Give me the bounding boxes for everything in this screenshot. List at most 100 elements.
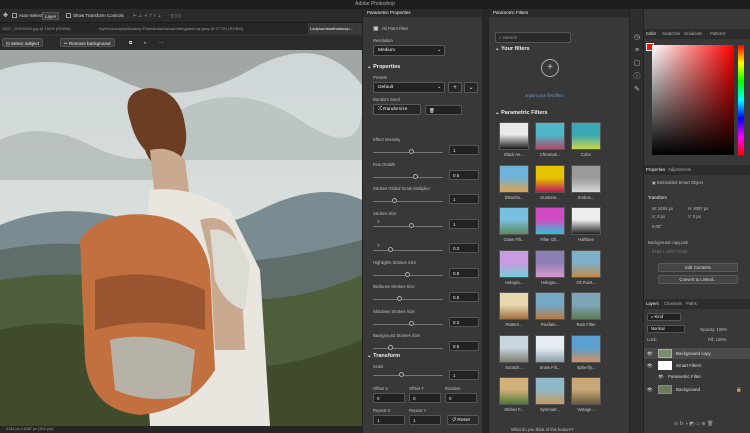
- filter-thumbnail[interactable]: [571, 292, 601, 320]
- filter-thumbnail[interactable]: [535, 122, 565, 150]
- eye-icon[interactable]: 👁: [647, 360, 653, 371]
- align-icons[interactable]: ⊢ ⊥ ⊣ ⊤ ⊦ ⊥ · · · ▯ ▯ ▯: [133, 12, 181, 20]
- tab-layers[interactable]: Layers: [646, 299, 659, 309]
- filter-thumbnail[interactable]: [535, 334, 565, 363]
- tab-properties[interactable]: Properties: [646, 165, 665, 175]
- slider-handle[interactable]: [408, 320, 414, 326]
- document-canvas[interactable]: [0, 50, 362, 426]
- color-field[interactable]: [652, 45, 734, 155]
- filter-thumbnail[interactable]: [499, 377, 529, 405]
- repeat-y-field[interactable]: 1: [409, 415, 441, 425]
- slider-value-field[interactable]: 1: [449, 145, 479, 155]
- tab-swatches[interactable]: Swatches: [662, 29, 680, 39]
- slider-value-field[interactable]: 0.5: [449, 292, 479, 302]
- layer-background-copy[interactable]: 👁 Background copy: [644, 348, 750, 359]
- filter-thumbnail[interactable]: [571, 122, 601, 150]
- auto-select-dropdown[interactable]: Layer: [42, 12, 60, 20]
- properties-section[interactable]: ⌄ Properties: [367, 64, 400, 70]
- brush-icon[interactable]: ✎: [633, 86, 641, 94]
- slider-handle[interactable]: [408, 222, 414, 228]
- layer-parametric-filter[interactable]: 👁 Parametric Filter: [644, 371, 750, 382]
- edit-contents-button[interactable]: Edit Contents: [658, 263, 738, 272]
- parametric-filters-section[interactable]: ⌄ Parametric Filters: [495, 110, 548, 116]
- history-icon[interactable]: ◷: [633, 34, 641, 42]
- opacity-value[interactable]: Opacity: 100%: [700, 327, 727, 332]
- rotation-field[interactable]: 0: [445, 393, 477, 403]
- scale-field[interactable]: 1: [449, 370, 479, 380]
- filter-thumbnail[interactable]: [499, 292, 529, 320]
- slider-value-field[interactable]: 1: [449, 194, 479, 204]
- tab-color[interactable]: Color: [646, 29, 656, 39]
- fill-value[interactable]: Fill: 100%: [708, 337, 726, 342]
- import-filter-icon[interactable]: +: [541, 59, 559, 77]
- scale-slider[interactable]: [399, 372, 404, 377]
- seed-field[interactable]: 🗑: [425, 105, 462, 115]
- your-filters-section[interactable]: ⌄ Your filters: [495, 46, 530, 52]
- filter-thumbnail[interactable]: [571, 377, 601, 405]
- hue-slider[interactable]: [738, 45, 744, 155]
- filter-thumbnail[interactable]: [571, 164, 601, 193]
- transform-section[interactable]: ⌄ Transform: [367, 353, 400, 359]
- filter-thumbnail[interactable]: [571, 207, 601, 235]
- x-value[interactable]: X: 0 px: [652, 214, 665, 219]
- resolution-dropdown[interactable]: Medium ⌄: [373, 45, 445, 56]
- width-value[interactable]: W: 5184 px: [652, 206, 673, 211]
- offset-x-field[interactable]: 0: [373, 393, 405, 403]
- layer-filter-kind[interactable]: ⌕ Kind: [647, 313, 681, 321]
- info-icon[interactable]: ⓘ: [633, 73, 641, 81]
- doc-tab-1[interactable]: 1337-_DSC9162.jpg @ 154% (RGB/8): [0, 23, 96, 34]
- move-tool-icon[interactable]: ✥: [3, 12, 8, 20]
- offset-y-field[interactable]: 0: [409, 393, 441, 403]
- auto-select-checkbox[interactable]: Auto-Select:: [12, 12, 44, 20]
- eye-icon[interactable]: 👁: [658, 371, 664, 382]
- eye-icon[interactable]: 👁: [647, 384, 653, 395]
- filter-thumbnail[interactable]: [499, 207, 529, 235]
- height-value[interactable]: H: 4087 px: [688, 206, 708, 211]
- layer-actions-icons[interactable]: ⊝ fx ◑ ◩ ▭ ⊕ 🗑: [674, 421, 713, 427]
- convert-linked-button[interactable]: Convert to Linked...: [658, 275, 738, 284]
- layer-background[interactable]: 👁 Background 🔒: [644, 384, 750, 395]
- slider-handle[interactable]: [405, 271, 410, 277]
- properties-icon[interactable]: ≡: [633, 47, 641, 55]
- repeat-x-field[interactable]: 1: [373, 415, 405, 425]
- angle-value[interactable]: 0.00°: [652, 224, 662, 229]
- tab-adjustments[interactable]: Adjustments: [668, 165, 691, 175]
- comment-icon[interactable]: ▢: [633, 60, 641, 68]
- tab-patterns[interactable]: Patterns: [710, 29, 726, 39]
- eye-icon[interactable]: 👁: [647, 348, 653, 359]
- tab-channels[interactable]: Channels: [664, 299, 682, 309]
- filter-thumbnail[interactable]: [535, 249, 565, 278]
- tab-gradients[interactable]: Gradients: [684, 29, 702, 39]
- blend-mode-dropdown[interactable]: Normal: [647, 325, 685, 333]
- randomize-button[interactable]: ⤮ Randomize: [373, 104, 421, 115]
- slider-value-field[interactable]: 1: [449, 218, 479, 229]
- import-filter-link[interactable]: Import your first filter: [525, 93, 563, 98]
- y-value[interactable]: Y: 0 px: [688, 214, 701, 219]
- reset-button[interactable]: ↺ Reset: [447, 415, 479, 425]
- filter-thumbnail[interactable]: [571, 334, 601, 363]
- transform-icon[interactable]: ⧉: [126, 38, 135, 47]
- slider-value-field[interactable]: 0.3: [449, 243, 479, 253]
- filter-thumbnail[interactable]: [499, 249, 529, 278]
- slider-value-field[interactable]: 0.5: [449, 341, 479, 351]
- mask-icon[interactable]: ◐: [141, 38, 150, 47]
- filter-thumbnail[interactable]: [535, 207, 565, 235]
- doc-tab-2[interactable]: foyfchooompepttioriamp.Parmstofuuhstourm…: [97, 23, 307, 34]
- filter-thumbnail[interactable]: [535, 377, 565, 405]
- filter-thumbnail[interactable]: [535, 292, 565, 320]
- slider-handle[interactable]: [387, 345, 393, 350]
- filter-thumbnail[interactable]: [499, 122, 529, 150]
- slider-handle[interactable]: [408, 149, 414, 154]
- select-subject-button[interactable]: ⊡ Select subject: [2, 38, 44, 47]
- more-icon[interactable]: ⋯: [156, 38, 167, 47]
- layer-smart-filters[interactable]: 👁 Smart Filters: [644, 360, 750, 371]
- slider-value-field[interactable]: 0.3: [449, 316, 479, 327]
- show-transform-checkbox[interactable]: Show Transform Controls: [66, 12, 124, 20]
- slider-handle[interactable]: [392, 198, 398, 203]
- filter-thumbnail[interactable]: [499, 334, 529, 363]
- tab-paths[interactable]: Paths: [686, 299, 697, 309]
- doc-tab-3[interactable]: Ladytouristwithabackp...: [308, 23, 362, 34]
- filter-thumbnail[interactable]: [535, 164, 565, 193]
- search-input[interactable]: ⌕ Search: [495, 32, 571, 43]
- filter-thumbnail[interactable]: [571, 249, 601, 278]
